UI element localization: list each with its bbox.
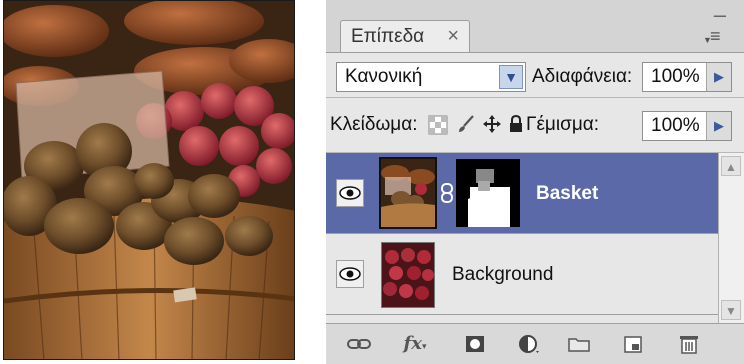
tab-layers[interactable]: Επίπεδα × [340,20,470,52]
layers-scrollbar[interactable]: ▲ ▼ [718,153,744,323]
lock-transparent-pixels-icon[interactable] [428,115,448,135]
fill-value: 100% [651,115,700,136]
layer-name-basket[interactable]: Basket [536,183,598,205]
chevron-down-icon[interactable]: ▼ [499,65,523,89]
new-group-icon[interactable] [566,333,592,355]
lock-all-icon[interactable] [506,114,526,134]
visibility-eye-icon[interactable] [336,179,364,207]
opacity-field[interactable]: 100% ▶ [642,62,732,92]
add-mask-icon[interactable] [462,333,488,355]
fill-slider-arrow-icon[interactable]: ▶ [706,112,731,140]
layers-list: Basket Background [326,153,718,323]
tab-layers-label: Επίπεδα [351,25,425,47]
fill-field[interactable]: 100% ▶ [642,111,732,141]
adjustment-layer-icon[interactable] [516,333,542,355]
fx-label: fx [403,333,422,354]
panel-menu-button[interactable]: ▼ ≡ [703,27,732,45]
blend-mode-value: Κανονική [345,66,423,87]
layers-panel: Επίπεδα × – ▼ ≡ Κανονική ▼ Αδιαφάνεια: 1… [326,0,744,364]
new-layer-icon[interactable] [620,333,646,355]
opacity-slider-arrow-icon[interactable]: ▶ [706,63,731,91]
layer-mask-thumbnail[interactable] [456,159,520,227]
lock-image-pixels-icon[interactable] [456,114,476,134]
layer-name-background[interactable]: Background [452,264,553,286]
chain-link-icon[interactable] [440,183,454,203]
visibility-eye-icon[interactable] [336,260,364,288]
opacity-value: 100% [651,66,700,87]
close-icon[interactable]: × [447,25,459,48]
panel-bottom-toolbar: fx▾ [326,323,744,364]
fill-label: Γέμισμα: [526,114,600,135]
lock-row: Κλείδωμα: Γέμισμα: 100% ▶ [326,98,744,153]
basket-photo [3,0,295,360]
link-layers-icon[interactable] [346,333,372,355]
layer-style-fx-icon[interactable]: fx▾ [402,333,428,355]
scroll-down-icon[interactable]: ▼ [721,300,741,320]
blend-mode-select[interactable]: Κανονική ▼ [336,62,526,92]
layer-thumbnail-background[interactable] [381,242,435,308]
layer-row-basket[interactable]: Basket [326,153,718,234]
scroll-up-icon[interactable]: ▲ [721,156,741,176]
lock-label: Κλείδωμα: [330,114,418,135]
layer-row-background[interactable]: Background [326,234,718,315]
layer-thumbnail-basket[interactable] [379,157,437,229]
menu-triangle-icon: ▼ [703,35,712,45]
opacity-label: Αδιαφάνεια: [532,66,633,87]
lock-position-icon[interactable] [482,114,502,134]
panel-header: Επίπεδα × – ▼ ≡ [326,0,744,53]
blend-row: Κανονική ▼ Αδιαφάνεια: 100% ▶ [326,53,744,98]
minimize-icon[interactable]: – [714,2,726,28]
delete-layer-icon[interactable] [676,333,702,355]
